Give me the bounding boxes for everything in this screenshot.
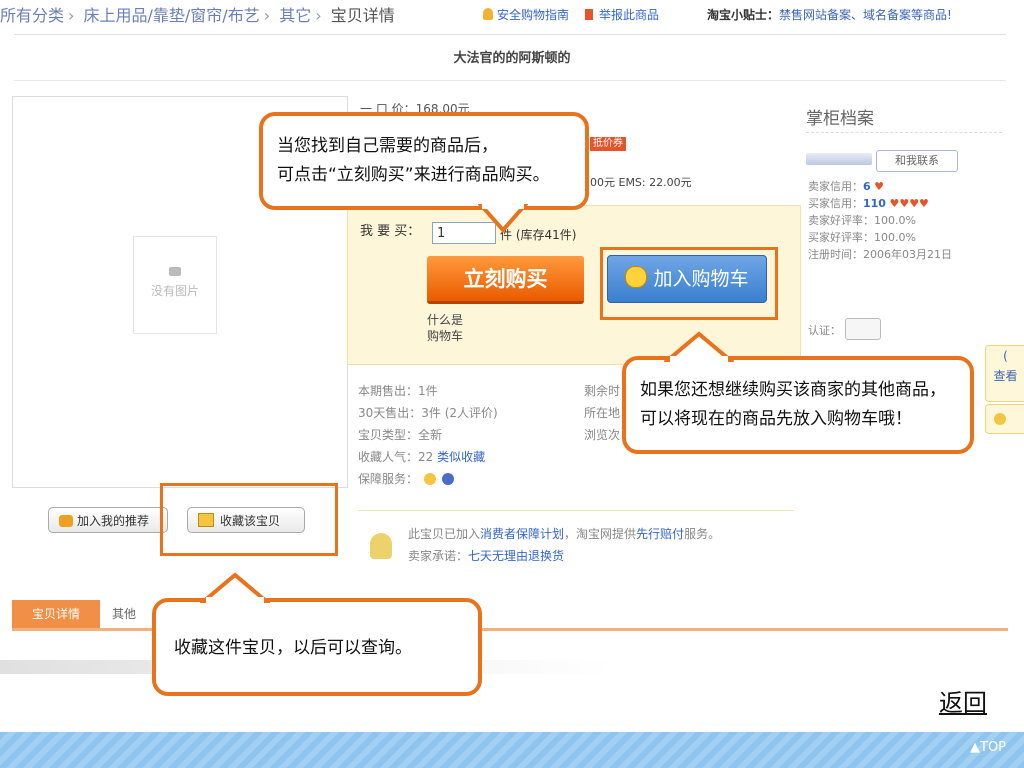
footer-bar bbox=[0, 732, 1024, 768]
breadcrumb-current: 宝贝详情 bbox=[330, 6, 395, 25]
callout-buy-now: 当您找到自己需要的商品后， 可点击“立刻购买”来进行商品购买。 bbox=[259, 112, 589, 210]
contact-seller-button[interactable]: 和我联系 bbox=[876, 150, 958, 172]
shipping-fee: 00元 EMS: 22.00元 bbox=[590, 176, 692, 189]
camera-icon bbox=[169, 267, 181, 276]
side-float-cart[interactable]: (查看 bbox=[985, 345, 1024, 402]
coupon-badge[interactable]: 抵价券 bbox=[590, 137, 626, 151]
sold-period: 本期售出：1件 bbox=[358, 384, 438, 398]
tab-details[interactable]: 宝贝详情 bbox=[12, 600, 100, 628]
product-stats: 本期售出：1件 30天售出：3件 (2人评价) 宝贝类型：全新 收藏人气：22 … bbox=[358, 380, 598, 490]
what-is-cart-link[interactable]: 什么是 购物车 bbox=[427, 312, 487, 344]
cart-icon bbox=[625, 266, 648, 288]
consumer-plan-link[interactable]: 消费者保障计划 bbox=[480, 527, 564, 541]
similar-favorites-link[interactable]: 类似收藏 bbox=[437, 450, 485, 464]
breadcrumb-category[interactable]: 床上用品/靠垫/窗帘/布艺 bbox=[84, 6, 260, 25]
shield-icon bbox=[442, 473, 455, 485]
sold-30days: 30天售出：3件 (2人评价) bbox=[358, 406, 498, 420]
tips-link[interactable]: 禁售网站备案、域名备案等商品! bbox=[779, 8, 952, 22]
heart-icon: ♥♥♥♥ bbox=[889, 197, 929, 210]
callout-fav-tail bbox=[200, 572, 270, 603]
page-title: 大法官的的阿斯顿的 bbox=[453, 51, 571, 66]
report-link[interactable]: 举报此商品 bbox=[585, 6, 659, 23]
guarantee-box: 此宝贝已加入消费者保障计划，淘宝网提供先行赔付服务。 卖家承诺：七天无理由退换货 bbox=[358, 510, 794, 571]
service-label: 保障服务： bbox=[358, 472, 419, 486]
safe-guide-link[interactable]: 安全购物指南 bbox=[483, 6, 569, 23]
divider bbox=[14, 80, 1006, 81]
flag-icon bbox=[585, 9, 593, 20]
certification-icon[interactable] bbox=[845, 318, 881, 340]
breadcrumb-other[interactable]: 其它 bbox=[279, 6, 311, 25]
heart-icon: ♥ bbox=[874, 180, 885, 193]
popularity: 收藏人气：22 bbox=[358, 450, 434, 464]
first-compensation-link[interactable]: 先行赔付 bbox=[636, 527, 684, 541]
certification: 认证： bbox=[808, 318, 881, 340]
guarantee-icon bbox=[424, 473, 437, 485]
consumer-guarantee-icon bbox=[370, 533, 392, 559]
back-link[interactable]: 返回 bbox=[939, 683, 987, 718]
help-icon bbox=[994, 413, 1006, 425]
breadcrumb-all[interactable]: 所有分类 bbox=[0, 6, 64, 25]
seller-name[interactable] bbox=[806, 153, 872, 165]
back-to-top-link[interactable]: ▲TOP bbox=[970, 740, 1006, 755]
no-image-placeholder: 没有图片 bbox=[133, 236, 217, 334]
tab-other[interactable]: 其他 bbox=[112, 600, 152, 628]
product-type: 宝贝类型：全新 bbox=[358, 428, 443, 442]
tips: 淘宝小贴士：禁售网站备案、域名备案等商品! bbox=[707, 8, 952, 22]
product-stats-right: 剩余时 所在地 浏览次 bbox=[584, 384, 621, 442]
ribbon-icon bbox=[483, 8, 493, 20]
recommend-icon bbox=[59, 515, 73, 527]
seven-day-return-link[interactable]: 七天无理由退换货 bbox=[468, 549, 564, 563]
divider bbox=[14, 34, 1006, 35]
breadcrumb: 所有分类 › 床上用品/靠垫/窗帘/布艺 › 其它 › 宝贝详情 bbox=[0, 6, 395, 25]
callout-cart-tail bbox=[664, 331, 734, 362]
add-to-cart-button[interactable]: 加入购物车 bbox=[607, 255, 767, 303]
seller-info: 卖家信用：6 ♥ 买家信用：110 ♥♥♥♥ 卖家好评率：100.0% 买家好评… bbox=[808, 180, 952, 261]
callout-buy-tail bbox=[478, 204, 528, 234]
callout-add-cart: 如果您还想继续购买该商家的其他商品， 可以将现在的商品先放入购物车哦！ bbox=[622, 356, 974, 454]
seller-panel-title: 掌柜档案 bbox=[806, 109, 874, 129]
callout-favorite: 收藏这件宝贝，以后可以查询。 bbox=[152, 598, 482, 696]
buy-now-button[interactable]: 立刻购买 bbox=[427, 256, 584, 304]
favorite-highlight-frame bbox=[160, 483, 338, 556]
quantity-label: 我 要 买： bbox=[360, 224, 421, 239]
add-recommend-button[interactable]: 加入我的推荐 bbox=[48, 507, 168, 533]
side-float-help[interactable] bbox=[985, 404, 1024, 434]
divider bbox=[806, 132, 1002, 134]
